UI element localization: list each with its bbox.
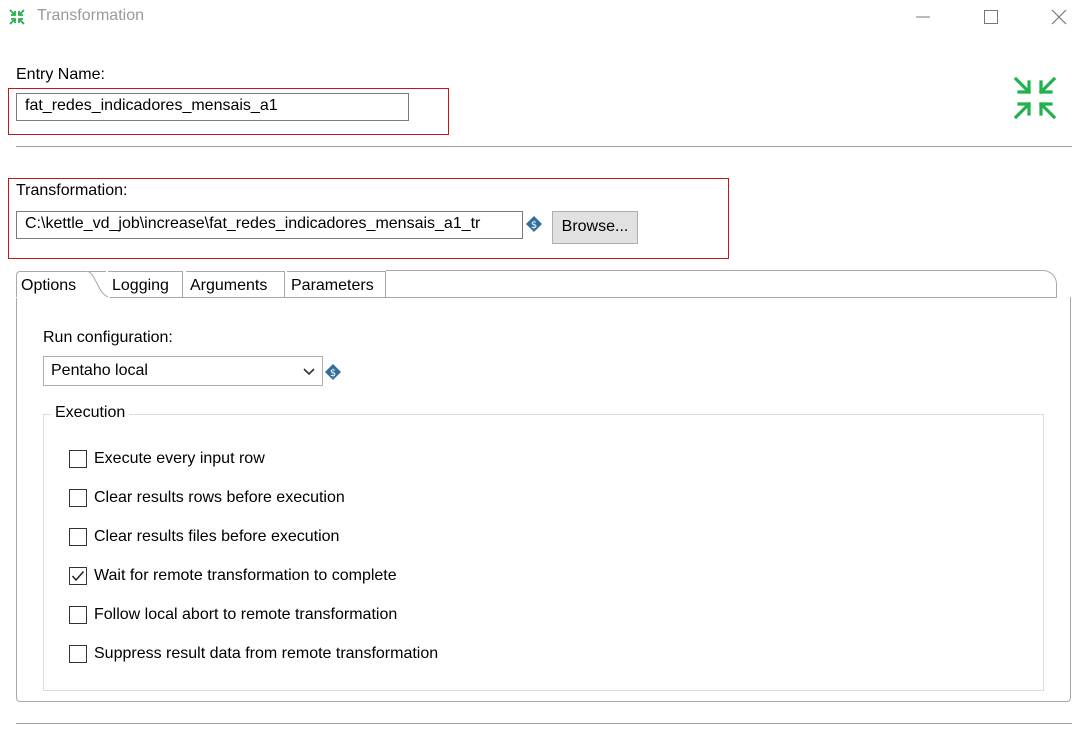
separator-bottom — [16, 723, 1072, 724]
entry-name-input[interactable]: fat_redes_indicadores_mensais_a1 — [16, 93, 409, 121]
tab-arguments[interactable]: Arguments — [186, 271, 285, 297]
checkbox-label: Clear results files before execution — [94, 528, 340, 545]
tab-baseline — [110, 297, 1057, 298]
close-icon — [1051, 9, 1067, 25]
svg-text:$: $ — [330, 368, 336, 379]
run-configuration-value: Pentaho local — [51, 362, 148, 379]
checkmark-icon — [71, 571, 85, 582]
tab-options-curve — [86, 271, 110, 298]
transformation-path-input[interactable]: C:\kettle_vd_job\increase\fat_redes_indi… — [16, 211, 523, 239]
checkbox-label: Clear results rows before execution — [94, 489, 345, 506]
close-button[interactable] — [1036, 0, 1082, 34]
checkbox-label: Execute every input row — [94, 450, 265, 467]
tab-parameters[interactable]: Parameters — [287, 271, 386, 297]
window-title: Transformation — [37, 7, 144, 24]
run-configuration-select[interactable]: Pentaho local — [43, 356, 323, 386]
tab-active-gap — [16, 297, 88, 298]
transformation-icon — [9, 9, 25, 25]
browse-button[interactable]: Browse... — [552, 211, 638, 244]
maximize-icon — [984, 10, 998, 24]
variable-icon[interactable]: $ — [525, 215, 543, 233]
checkbox-follow-local-abort[interactable] — [69, 606, 87, 624]
entry-name-label: Entry Name: — [16, 66, 105, 83]
tab-logging[interactable]: Logging — [108, 271, 183, 297]
separator-top — [16, 146, 1072, 147]
variable-icon[interactable]: $ — [324, 363, 342, 381]
maximize-button[interactable] — [968, 0, 1014, 34]
run-configuration-label: Run configuration: — [43, 329, 173, 346]
chevron-down-icon — [303, 368, 315, 376]
checkbox-clear-results-files[interactable] — [69, 528, 87, 546]
minimize-icon — [916, 16, 930, 18]
tab-arguments-label: Arguments — [190, 277, 268, 294]
transformation-icon — [1013, 76, 1057, 120]
tab-parameters-label: Parameters — [291, 277, 374, 294]
svg-text:$: $ — [531, 220, 537, 231]
checkbox-label: Follow local abort to remote transformat… — [94, 606, 398, 623]
tab-strip-line — [386, 270, 1057, 298]
checkbox-wait-for-remote[interactable] — [69, 567, 87, 585]
tab-options-label: Options — [21, 277, 77, 294]
minimize-button[interactable] — [900, 0, 946, 34]
checkbox-label: Wait for remote transformation to comple… — [94, 567, 397, 584]
checkbox-clear-results-rows[interactable] — [69, 489, 87, 507]
checkbox-label: Suppress result data from remote transfo… — [94, 645, 439, 662]
checkbox-suppress-result-data[interactable] — [69, 645, 87, 663]
tab-logging-label: Logging — [112, 277, 169, 294]
execution-legend: Execution — [51, 404, 130, 422]
checkbox-execute-every-input-row[interactable] — [69, 450, 87, 468]
